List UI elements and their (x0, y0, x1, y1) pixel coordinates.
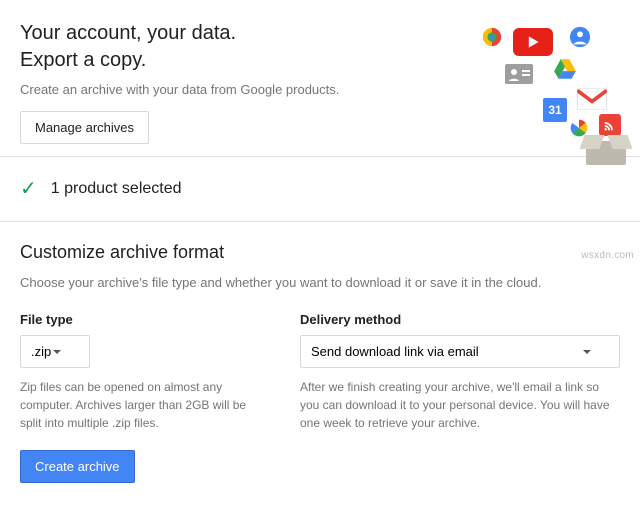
calendar-icon: 31 (543, 98, 567, 122)
delivery-help: After we finish creating your archive, w… (300, 378, 620, 432)
watermark-text: wsxdn.com (581, 250, 634, 261)
options-row: File type .zip Zip files can be opened o… (20, 312, 620, 432)
selected-products-text: 1 product selected (51, 180, 182, 198)
title-line-2: Export a copy. (20, 49, 146, 71)
customize-subtitle: Choose your archive's file type and whet… (20, 275, 620, 290)
chevron-down-icon (583, 350, 591, 354)
title-line-1: Your account, your data. (20, 22, 236, 44)
page-title: Your account, your data. Export a copy. (20, 20, 620, 74)
create-archive-button[interactable]: Create archive (20, 450, 135, 483)
customize-title: Customize archive format (20, 242, 620, 263)
cast-icon (599, 114, 621, 136)
file-type-value: .zip (31, 344, 51, 359)
hero-section: Your account, your data. Export a copy. … (0, 0, 640, 156)
selected-products-row: ✓ 1 product selected (0, 157, 640, 221)
file-type-help: Zip files can be opened on almost any co… (20, 378, 260, 432)
file-type-select[interactable]: .zip (20, 335, 90, 368)
customize-section: Customize archive format Choose your arc… (0, 222, 640, 501)
picasa-icon (569, 118, 589, 138)
delivery-column: Delivery method Send download link via e… (300, 312, 620, 432)
delivery-label: Delivery method (300, 312, 620, 327)
page-subtitle: Create an archive with your data from Go… (20, 82, 620, 97)
file-type-label: File type (20, 312, 260, 327)
manage-archives-button[interactable]: Manage archives (20, 111, 149, 144)
delivery-value: Send download link via email (311, 344, 479, 359)
check-icon: ✓ (20, 179, 37, 199)
chevron-down-icon (53, 350, 61, 354)
delivery-select[interactable]: Send download link via email (300, 335, 620, 368)
file-type-column: File type .zip Zip files can be opened o… (20, 312, 260, 432)
